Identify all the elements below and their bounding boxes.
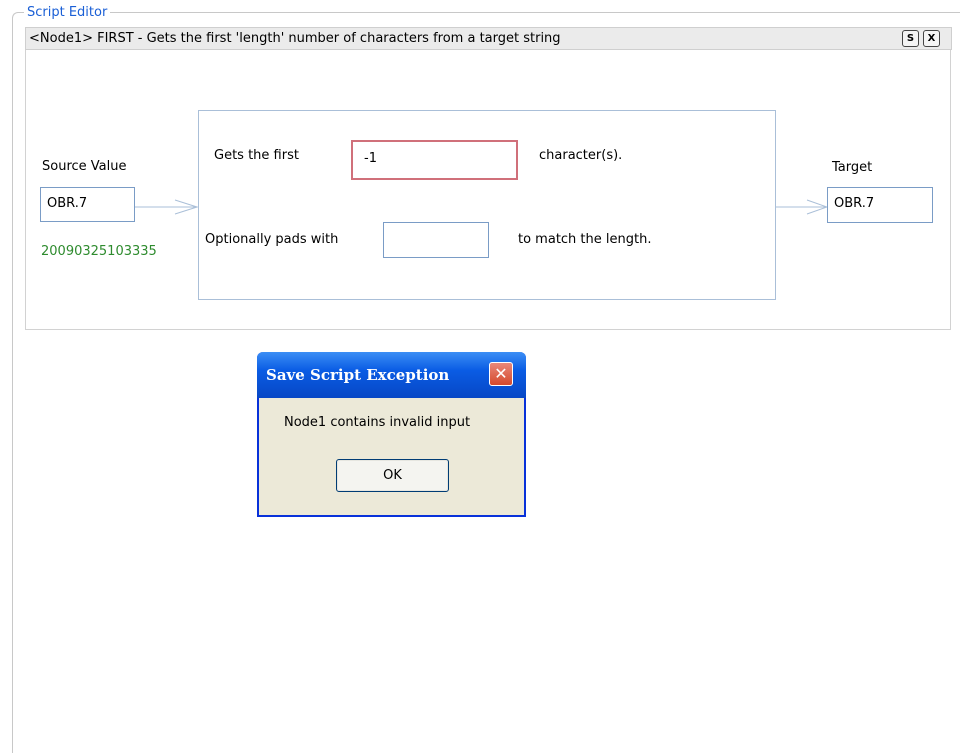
pads-with-label: Optionally pads with	[205, 232, 339, 247]
target-label: Target	[832, 160, 873, 175]
node-header-title: <Node1> FIRST - Gets the first 'length' …	[29, 31, 561, 46]
length-input[interactable]: -1	[351, 140, 518, 180]
match-length-label: to match the length.	[518, 232, 652, 247]
pad-character-input[interactable]	[383, 222, 489, 258]
dialog-title-bar: Save Script Exception ✕	[257, 352, 526, 398]
save-script-exception-dialog: Save Script Exception ✕ Node1 contains i…	[257, 352, 526, 517]
arrow-in-icon	[135, 199, 198, 215]
close-node-button[interactable]: X	[923, 30, 940, 47]
node-header: <Node1> FIRST - Gets the first 'length' …	[25, 27, 952, 50]
source-value-field[interactable]: OBR.7	[40, 187, 135, 222]
source-preview-value: 20090325103335	[41, 244, 157, 259]
characters-label: character(s).	[539, 148, 623, 163]
close-icon[interactable]: ✕	[489, 362, 513, 386]
function-parameters-box	[198, 110, 776, 300]
arrow-out-icon	[776, 199, 828, 215]
dialog-message: Node1 contains invalid input	[284, 415, 471, 430]
gets-first-label: Gets the first	[214, 148, 299, 163]
save-script-button[interactable]: S	[902, 30, 919, 47]
target-field[interactable]: OBR.7	[827, 187, 933, 223]
ok-button[interactable]: OK	[336, 459, 449, 492]
script-editor-legend: Script Editor	[24, 5, 111, 20]
source-value-label: Source Value	[42, 159, 127, 174]
dialog-title: Save Script Exception	[266, 366, 450, 384]
